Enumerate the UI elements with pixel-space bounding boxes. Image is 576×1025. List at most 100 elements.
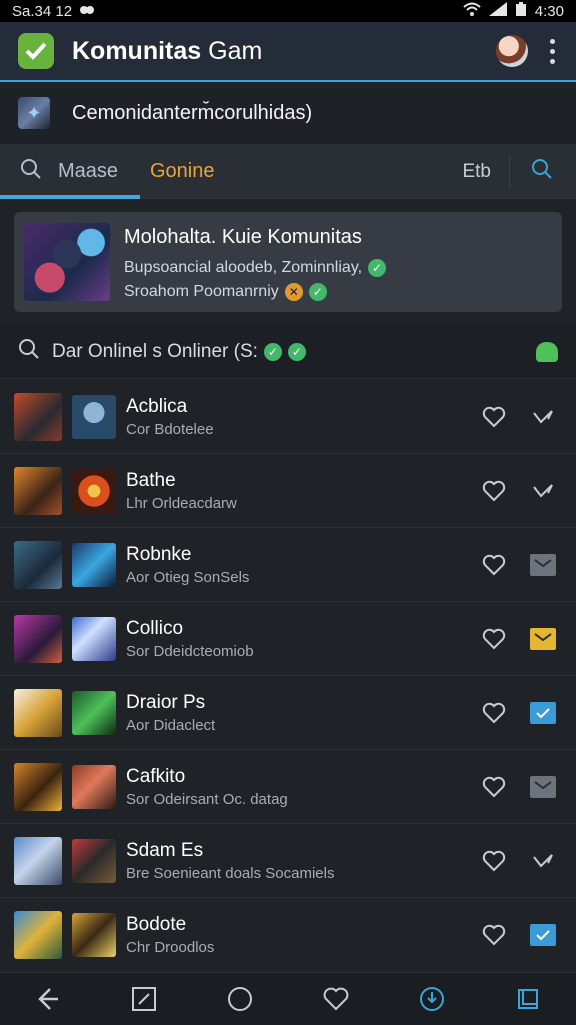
search-icon[interactable] [18,338,40,365]
check-icon[interactable] [530,850,556,872]
android-icon[interactable] [536,341,558,362]
avatar [14,688,62,737]
item-subtitle: Bre Soenieant doals Socamiels [126,864,335,882]
avatar [14,836,62,885]
featured-title: Molohalta. Kuie Komunitas [124,225,362,248]
avatar [14,540,62,589]
game-thumbnail [72,616,116,661]
signal-icon [488,2,507,20]
heart-icon[interactable] [480,403,508,431]
heart-icon[interactable] [316,979,356,1019]
online-label-text: Dar Onlinel s Onliner (S: [52,340,258,362]
game-thumbnail [72,913,116,957]
item-name: Bodote [126,914,187,935]
heart-icon[interactable] [480,477,508,505]
avatar [14,911,62,959]
overflow-menu-icon[interactable] [550,38,556,64]
tab-search[interactable]: Maase [0,144,140,199]
item-name: Collico [126,617,184,639]
bottom-nav [0,972,576,1025]
heart-icon[interactable] [480,699,508,727]
list-item[interactable]: Robnke Aor Otieg SonSels [0,528,576,602]
app-logo-icon [18,33,54,69]
app-title-bold: Komunitas [72,36,202,65]
online-label: Dar Onlinel s Onliner (S: ✓ ✓ [52,341,306,363]
avatar [14,762,62,811]
featured-line-2-text: Sroahom Poomanrniy [124,282,279,300]
tab-search-label: Maase [58,160,119,182]
community-icon: ✦ [18,97,50,129]
item-name: Acblica [126,395,188,417]
check-icon[interactable] [530,924,556,946]
heart-icon[interactable] [480,847,508,875]
home-icon[interactable] [220,979,260,1019]
game-thumbnail [72,764,116,809]
search-button[interactable] [530,158,554,185]
battery-text: 4:30 [534,2,564,20]
edit-icon[interactable] [124,979,164,1019]
featured-line-1: Bupsoancial aloodeb, Zominnliay, ✓ [124,258,387,277]
battery-icon [515,2,527,20]
game-thumbnail [72,690,116,735]
check-icon[interactable] [530,701,556,724]
list-item[interactable]: Draior Ps Aor Didaclect [0,676,576,750]
wifi-icon [463,2,481,20]
featured-line-2: Sroahom Poomanrniy ✕ ✓ [124,282,386,301]
item-subtitle: Aor Otieg SonSels [126,568,250,586]
item-subtitle: Cor Bdotelee [126,420,214,438]
check-icon: ✓ [308,282,327,301]
tab-divider [509,154,510,189]
item-name: Sdam Es [126,839,204,861]
item-subtitle: Lhr Orldeacdarw [126,494,237,512]
item-name: Bathe [126,469,176,491]
avatar [14,614,62,663]
featured-card[interactable]: Molohalta. Kuie Komunitas Bupsoancial al… [14,212,562,312]
tab-online[interactable]: Gonine [150,160,215,183]
item-name: Robnke [126,543,192,565]
app-title-thin: Gam [208,36,263,65]
avatar [14,392,62,441]
check-icon: ✓ [263,342,282,361]
app-title: Komunitas Gam [72,37,262,66]
tab-right-label[interactable]: Etb [462,161,491,183]
status-time: Sa.34 12 [12,2,73,20]
item-subtitle: Chr Droodlos [126,939,215,956]
item-subtitle: Sor Ddeidcteomiob [126,642,254,660]
list-item[interactable]: Collico Sor Ddeidcteomiob [0,602,576,676]
check-icon: ✓ [368,258,387,277]
list-item[interactable]: Bodote Chr Droodlos [0,898,576,972]
list-item[interactable]: Cafkito Sor Odeirsant Oc. datag [0,750,576,824]
heart-icon[interactable] [480,921,508,949]
mail-icon[interactable] [530,553,556,576]
profile-avatar[interactable] [496,35,528,67]
game-thumbnail [72,468,116,513]
heart-icon[interactable] [480,551,508,579]
notification-icon [80,3,95,20]
list-item[interactable]: Sdam Es Bre Soenieant doals Socamiels [0,824,576,898]
download-icon[interactable] [412,979,452,1019]
featured-line-1-text: Bupsoancial aloodeb, Zominnliay, [124,258,363,276]
avatar [14,466,62,515]
list-item[interactable]: Bathe Lhr Orldeacdarw [0,454,576,528]
mail-icon[interactable] [530,775,556,798]
recent-apps-icon[interactable] [508,979,548,1019]
heart-icon[interactable] [480,773,508,801]
game-thumbnail [72,542,116,587]
item-name: Draior Ps [126,691,206,713]
list-item[interactable]: Acblica Cor Bdotelee [0,380,576,454]
game-thumbnail [72,394,116,439]
heart-icon[interactable] [480,625,508,653]
featured-thumbnail [24,223,110,301]
app-bar: Komunitas Gam [0,22,576,82]
check-icon: ✓ [287,342,306,361]
community-title: Cemonidanterm̆corulhidas) [72,101,313,124]
check-icon[interactable] [530,480,556,502]
back-icon[interactable] [28,979,68,1019]
mail-icon[interactable] [530,627,556,650]
item-name: Cafkito [126,765,186,787]
check-icon[interactable] [530,406,556,428]
item-subtitle: Aor Didaclect [126,716,216,734]
item-subtitle: Sor Odeirsant Oc. datag [126,790,288,808]
status-bar: Sa.34 12 4:30 [0,0,576,22]
tab-bar: Maase Gonine Etb [0,144,576,199]
